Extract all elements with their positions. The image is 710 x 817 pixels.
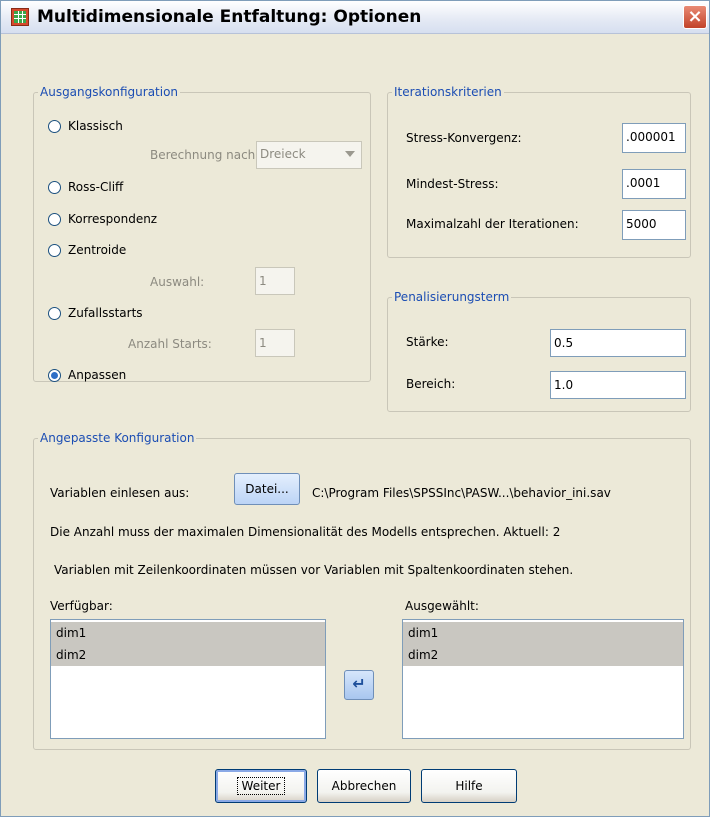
- radio-label-ross-cliff[interactable]: Ross-Cliff: [68, 180, 123, 194]
- hilfe-button[interactable]: Hilfe: [421, 769, 517, 803]
- close-button[interactable]: ×: [683, 5, 707, 29]
- iterationskriterien-group: Iterationskriterien Stress-Konvergenz: .…: [387, 84, 691, 258]
- staerke-label: Stärke:: [406, 335, 449, 349]
- max-iterationen-label: Maximalzahl der Iterationen:: [406, 217, 579, 231]
- list-item[interactable]: dim2: [403, 644, 683, 666]
- radio-label-klassisch[interactable]: Klassisch: [68, 119, 123, 133]
- dialog-window: Multidimensionale Entfaltung: Optionen ×…: [0, 0, 710, 817]
- verfuegbar-label: Verfügbar:: [50, 599, 113, 613]
- penalisierungsterm-group: Penalisierungsterm Stärke: 0.5 Bereich: …: [387, 289, 691, 412]
- list-item[interactable]: dim1: [51, 622, 325, 644]
- group-legend: Ausgangskonfiguration: [38, 84, 181, 100]
- chevron-down-icon: [345, 151, 355, 157]
- radio-label-anpassen[interactable]: Anpassen: [68, 368, 126, 382]
- stress-konvergenz-field[interactable]: .000001: [622, 123, 686, 153]
- ausgangskonfiguration-group: Ausgangskonfiguration Klassisch Berechnu…: [33, 84, 371, 382]
- verfuegbar-list[interactable]: dim1 dim2: [50, 619, 326, 739]
- arrow-curved-left-icon: ↵: [352, 674, 366, 693]
- berechnung-label: Berechnung nach: [150, 148, 256, 162]
- datei-button[interactable]: Datei...: [234, 473, 300, 505]
- radio-ross-cliff[interactable]: [48, 181, 61, 194]
- mindest-stress-label: Mindest-Stress:: [406, 177, 499, 191]
- anzahl-starts-field[interactable]: 1: [255, 329, 295, 357]
- radio-label-korrespondenz[interactable]: Korrespondenz: [68, 212, 157, 226]
- list-item[interactable]: dim2: [51, 644, 325, 666]
- radio-klassisch[interactable]: [48, 120, 61, 133]
- window-title: Multidimensionale Entfaltung: Optionen: [37, 7, 422, 27]
- group-legend: Penalisierungsterm: [392, 289, 512, 305]
- auswahl-field[interactable]: 1: [255, 267, 295, 295]
- ausgewaehlt-list[interactable]: dim1 dim2: [402, 619, 684, 739]
- app-grid-icon: [11, 8, 29, 26]
- berechnung-value: Dreieck: [260, 147, 306, 161]
- berechnung-select[interactable]: Dreieck: [256, 141, 362, 169]
- bereich-field[interactable]: 1.0: [550, 371, 686, 399]
- weiter-button[interactable]: Weiter: [215, 769, 307, 803]
- title-bar[interactable]: Multidimensionale Entfaltung: Optionen ×: [1, 1, 709, 34]
- radio-zufallsstarts[interactable]: [48, 307, 61, 320]
- staerke-field[interactable]: 0.5: [550, 329, 686, 357]
- max-iterationen-field[interactable]: 5000: [622, 210, 686, 240]
- file-path: C:\Program Files\SPSSInc\PASW...\behavio…: [312, 486, 611, 500]
- radio-anpassen[interactable]: [48, 369, 61, 382]
- abbrechen-button[interactable]: Abbrechen: [317, 769, 411, 803]
- angepasste-konfiguration-group: Angepasste Konfiguration Variablen einle…: [33, 430, 691, 750]
- radio-label-zentroide[interactable]: Zentroide: [68, 243, 126, 257]
- variablen-einlesen-label: Variablen einlesen aus:: [50, 486, 190, 500]
- radio-korrespondenz[interactable]: [48, 213, 61, 226]
- ausgewaehlt-label: Ausgewählt:: [405, 599, 479, 613]
- info-reihenfolge: Variablen mit Zeilenkoordinaten müssen v…: [54, 563, 574, 577]
- weiter-label: Weiter: [236, 777, 286, 795]
- group-legend: Iterationskriterien: [392, 84, 504, 100]
- mindest-stress-field[interactable]: .0001: [622, 169, 686, 199]
- radio-label-zufallsstarts[interactable]: Zufallsstarts: [68, 306, 143, 320]
- radio-zentroide[interactable]: [48, 244, 61, 257]
- stress-konvergenz-label: Stress-Konvergenz:: [406, 131, 522, 145]
- auswahl-label: Auswahl:: [150, 275, 205, 289]
- anzahl-starts-label: Anzahl Starts:: [128, 337, 212, 351]
- bereich-label: Bereich:: [406, 377, 456, 391]
- move-button[interactable]: ↵: [344, 670, 374, 700]
- info-dimensionalitaet: Die Anzahl muss der maximalen Dimensiona…: [50, 525, 561, 539]
- group-legend: Angepasste Konfiguration: [38, 430, 197, 446]
- list-item[interactable]: dim1: [403, 622, 683, 644]
